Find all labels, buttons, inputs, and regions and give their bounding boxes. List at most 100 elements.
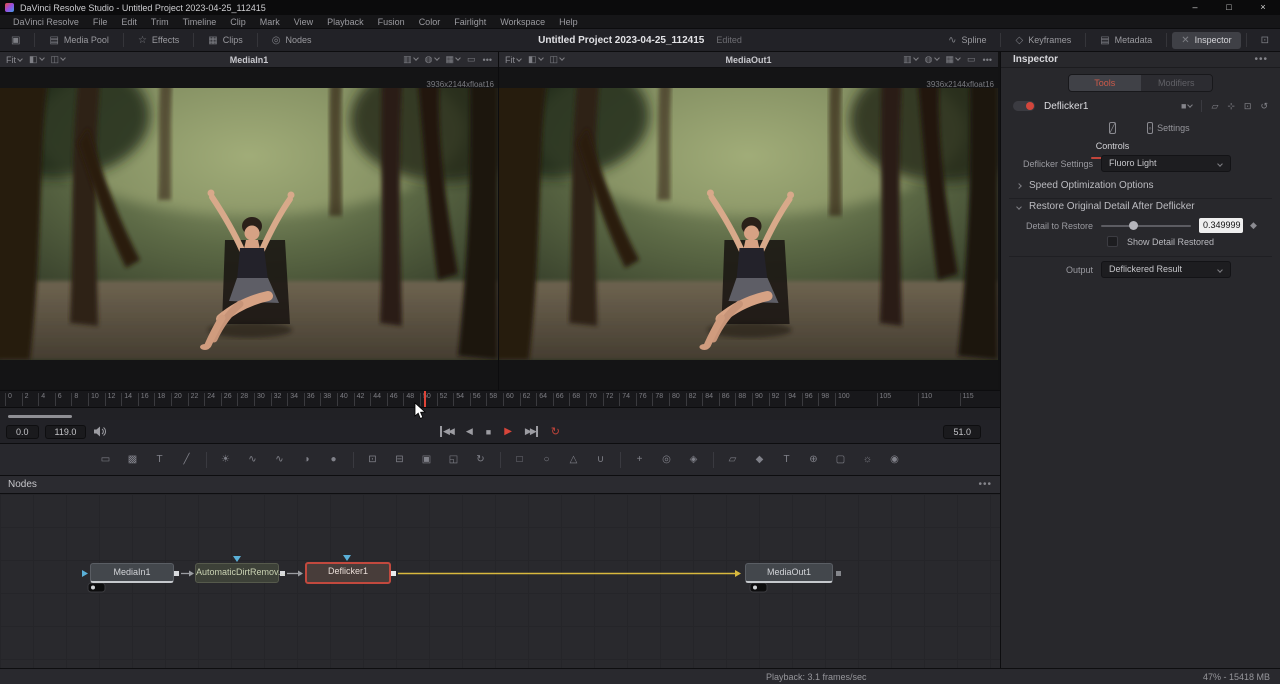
timeline-zoom-scrollbar[interactable] (8, 415, 72, 418)
version-dropdown[interactable]: ■ (1181, 101, 1192, 111)
effects-button[interactable]: ☆ Effects (129, 32, 188, 49)
grid-overlay-icon[interactable]: ▦ (946, 54, 961, 65)
color-curves-icon[interactable]: ∿ (245, 454, 261, 465)
polygon-mask-icon[interactable]: △ (566, 454, 582, 465)
cube-3d-icon[interactable]: ▢ (833, 454, 849, 465)
lut-icon[interactable]: ◍ (925, 54, 939, 65)
camera-tracker-icon[interactable]: ◈ (686, 454, 702, 465)
deflicker-settings-dropdown[interactable]: Fluoro Light (1101, 155, 1231, 172)
menu-help[interactable]: Help (552, 15, 585, 29)
viewer-options-icon[interactable]: ••• (983, 55, 992, 65)
inspector-options-icon[interactable]: ••• (1254, 54, 1268, 65)
split-wipe-icon[interactable]: ◫ (550, 54, 565, 65)
pin-icon[interactable]: ⊹ (1227, 101, 1235, 112)
menu-edit[interactable]: Edit (114, 15, 144, 29)
blur-icon[interactable]: ● (326, 454, 342, 465)
menu-color[interactable]: Color (412, 15, 448, 29)
hue-curves-icon[interactable]: ∿ (272, 454, 288, 465)
color-corrector-icon[interactable]: ☀ (218, 454, 234, 465)
menu-fairlight[interactable]: Fairlight (447, 15, 493, 29)
node-mediaout1[interactable]: MediaOut1 (745, 563, 833, 583)
detail-to-restore-value[interactable]: 0.349999 (1199, 218, 1243, 233)
menu-trim[interactable]: Trim (144, 15, 176, 29)
nodes-options-icon[interactable]: ••• (978, 479, 992, 490)
metadata-button[interactable]: ▤ Metadata (1091, 32, 1161, 49)
ab-buffer-icon[interactable]: ◧ (29, 54, 44, 65)
shape-3d-icon[interactable]: ◆ (752, 454, 768, 465)
bspline-mask-icon[interactable]: ∪ (593, 454, 609, 465)
tab-modifiers[interactable]: Modifiers (1141, 75, 1213, 91)
inspector-button[interactable]: ✕ Inspector (1172, 32, 1240, 49)
reset-icon[interactable]: ↺ (1260, 101, 1268, 112)
keyframe-diamond-icon[interactable]: ◆ (1250, 220, 1257, 231)
subtab-controls[interactable]: ╱ Controls (1091, 118, 1135, 154)
go-to-last-frame-button[interactable]: ▶▶ (525, 426, 538, 437)
ab-buffer-icon[interactable]: ◧ (528, 54, 543, 65)
split-wipe-icon[interactable]: ◫ (51, 54, 66, 65)
node-mediain1[interactable]: MediaIn1 (90, 563, 174, 583)
matte-control-icon[interactable]: ⊟ (392, 454, 408, 465)
camera-3d-icon[interactable]: ◉ (887, 454, 903, 465)
node-enable-toggle[interactable] (1013, 101, 1035, 111)
play-button[interactable]: ▶ (504, 426, 512, 437)
menu-timeline[interactable]: Timeline (176, 15, 224, 29)
tab-tools[interactable]: Tools (1069, 75, 1141, 91)
grid-overlay-icon[interactable]: ▦ (446, 54, 461, 65)
copy-settings-icon[interactable]: ▱ (1211, 101, 1218, 112)
show-detail-restored-checkbox[interactable] (1107, 236, 1118, 247)
out-point-field[interactable]: 119.0 (45, 425, 87, 439)
dual-monitor-button[interactable]: ⊡ (1252, 32, 1278, 49)
menu-mark[interactable]: Mark (253, 15, 287, 29)
menu-file[interactable]: File (86, 15, 115, 29)
loop-button[interactable]: ↻ (551, 425, 560, 438)
menu-view[interactable]: View (287, 15, 320, 29)
go-to-first-frame-button[interactable]: ◀◀ (440, 426, 453, 437)
resize-icon[interactable]: ◱ (446, 454, 462, 465)
keyframes-button[interactable]: ◇ Keyframes (1006, 32, 1080, 49)
view-layout-icon[interactable]: ▥ (903, 54, 918, 65)
clips-button[interactable]: ▦ Clips (199, 32, 251, 49)
zoom-mode-dropdown[interactable]: Fit (505, 55, 521, 65)
close-button[interactable]: × (1246, 0, 1280, 15)
stop-button[interactable]: ■ (486, 427, 491, 437)
expand-viewer-icon[interactable]: ▭ (467, 54, 476, 65)
brightness-contrast-icon[interactable]: ◑ (299, 454, 315, 465)
menu-workspace[interactable]: Workspace (493, 15, 552, 29)
viewer-options-icon[interactable]: ••• (483, 55, 492, 65)
node-deflicker1[interactable]: Deflicker1 (305, 562, 391, 584)
restore-detail-section[interactable]: Restore Original Detail After Deflicker (1001, 201, 1195, 212)
planar-tracker-icon[interactable]: ◎ (659, 454, 675, 465)
ellipse-mask-icon[interactable]: ○ (539, 454, 555, 465)
speaker-icon[interactable] (94, 426, 107, 437)
view-layout-icon[interactable]: ▥ (403, 54, 418, 65)
node-graph[interactable]: MediaIn1 AutomaticDirtRemov... Deflicker… (0, 494, 1000, 668)
node-automaticdirtremoval[interactable]: AutomaticDirtRemov... (195, 563, 279, 583)
maximize-button[interactable]: □ (1212, 0, 1246, 15)
paint-icon[interactable]: ╱ (179, 454, 195, 465)
output-dropdown[interactable]: Deflickered Result (1101, 261, 1231, 278)
minimize-button[interactable]: – (1178, 0, 1212, 15)
merge-3d-icon[interactable]: ⊕ (806, 454, 822, 465)
nodes-button[interactable]: ◎ Nodes (263, 32, 321, 49)
menu-davinci-resolve[interactable]: DaVinci Resolve (6, 15, 86, 29)
timeline-ruler[interactable]: 0246810121416182022242628303234363840424… (0, 391, 1000, 408)
spline-button[interactable]: ∿ Spline (939, 32, 995, 49)
detail-to-restore-slider[interactable] (1101, 225, 1191, 227)
lut-icon[interactable]: ◍ (425, 54, 439, 65)
text-icon[interactable]: T (152, 454, 168, 465)
spotlight-icon[interactable]: ☼ (860, 454, 876, 465)
image-plane-3d-icon[interactable]: ▱ (725, 454, 741, 465)
text-3d-icon[interactable]: T (779, 454, 795, 465)
merge-icon[interactable]: ⊡ (365, 454, 381, 465)
current-frame-field[interactable]: 51.0 (943, 425, 981, 439)
zoom-mode-dropdown[interactable]: Fit (6, 55, 22, 65)
menu-fusion[interactable]: Fusion (371, 15, 412, 29)
menu-clip[interactable]: Clip (223, 15, 253, 29)
lock-icon[interactable]: ⊡ (1244, 101, 1252, 112)
play-reverse-button[interactable]: ◀ (466, 426, 473, 437)
expand-viewer-icon[interactable]: ▭ (967, 54, 976, 65)
rectangle-mask-icon[interactable]: □ (512, 454, 528, 465)
left-viewer-canvas[interactable]: 3936x2144xfloat16 (0, 68, 498, 389)
in-point-field[interactable]: 0.0 (6, 425, 39, 439)
fastnoise-icon[interactable]: ▩ (125, 454, 141, 465)
